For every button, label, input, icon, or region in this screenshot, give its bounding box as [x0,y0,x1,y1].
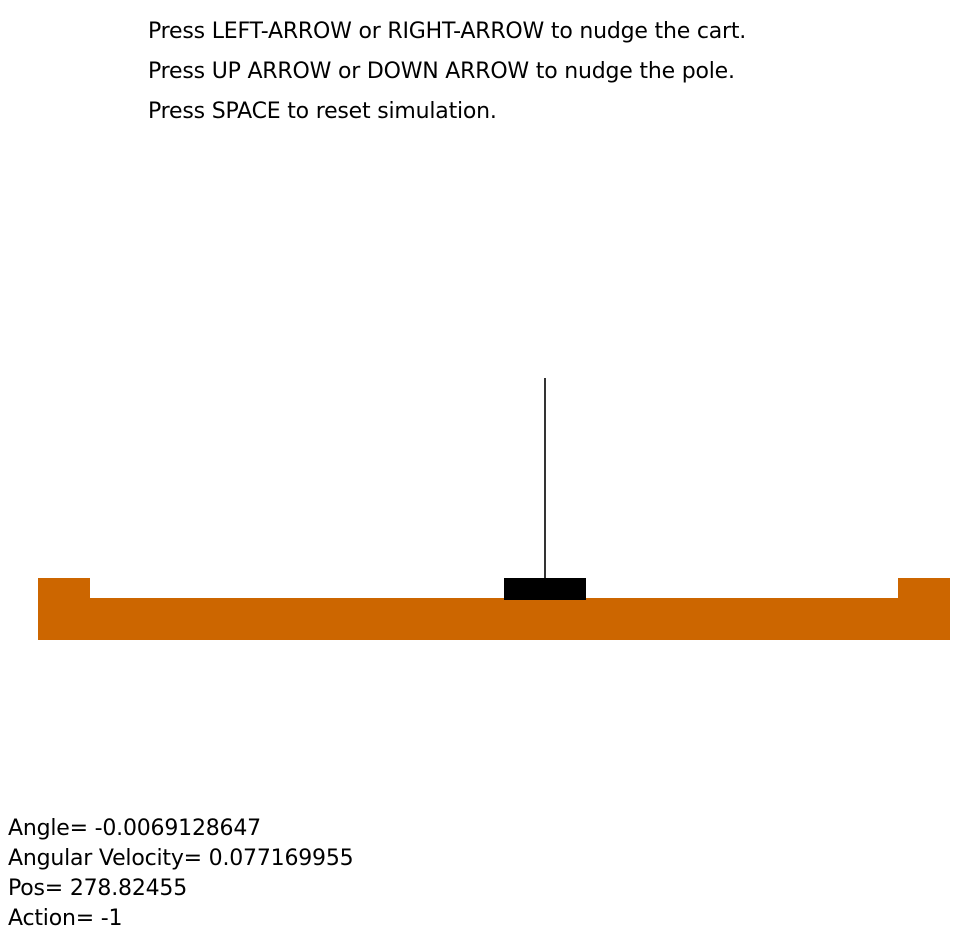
cart [504,578,586,600]
track-right-stop [898,578,950,600]
angle-readout: Angle= -0.0069128647 [8,816,261,841]
track [38,578,950,640]
state-readouts: Angle= -0.0069128647 Angular Velocity= 0… [8,814,354,934]
position-readout: Pos= 278.82455 [8,876,188,901]
track-left-stop [38,578,90,600]
action-readout: Action= -1 [8,906,123,931]
track-base [38,598,950,640]
simulation-canvas [38,378,950,640]
angular-velocity-readout: Angular Velocity= 0.077169955 [8,846,354,871]
